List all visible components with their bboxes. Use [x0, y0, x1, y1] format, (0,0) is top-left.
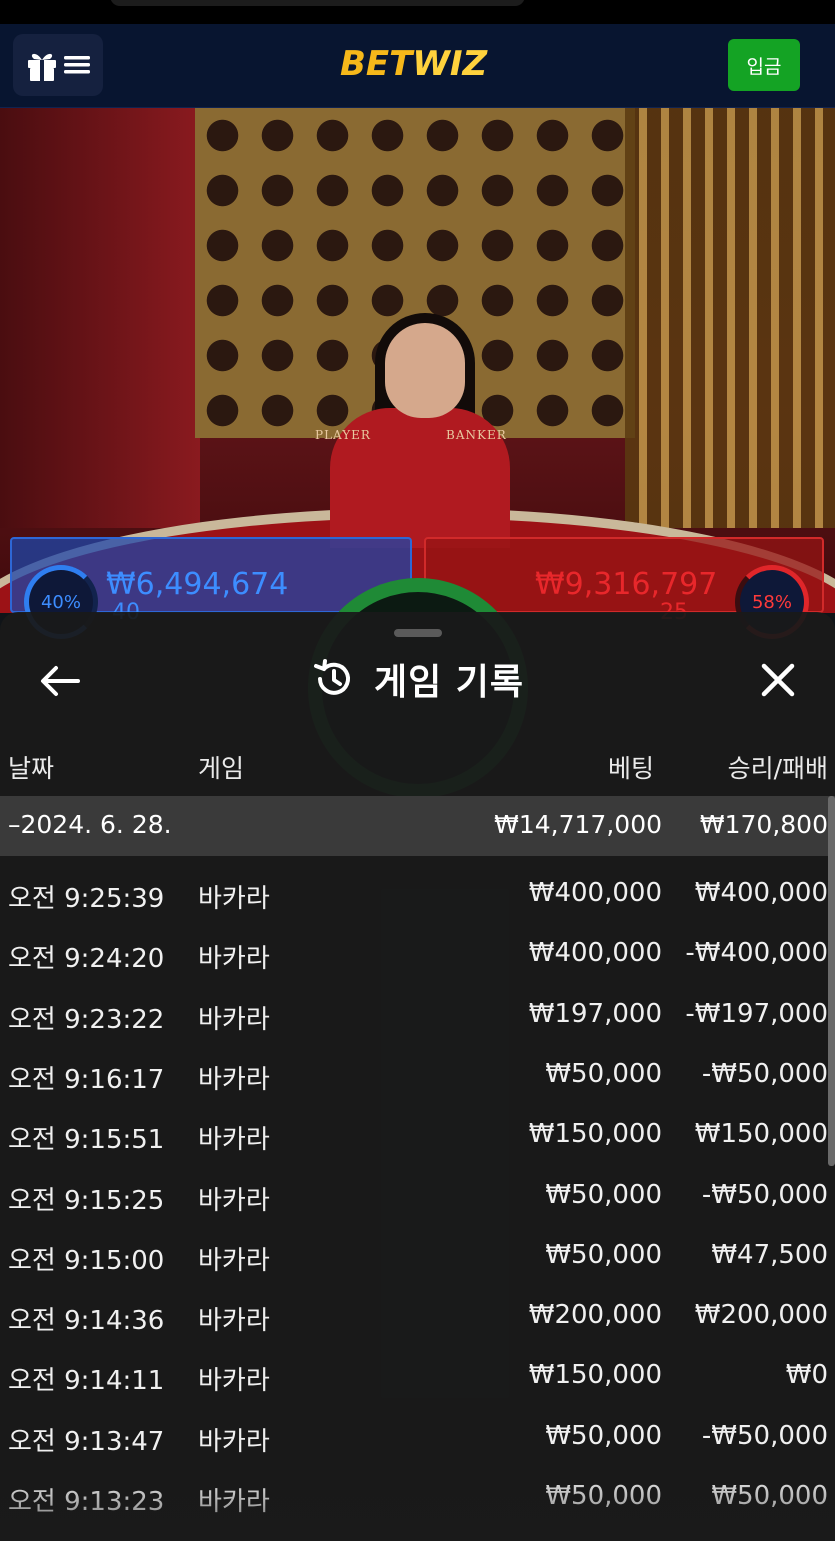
history-result: -₩197,000 — [685, 998, 828, 1029]
history-row[interactable]: 오전 9:14:11 바카라 ₩150,000 ₩0 — [0, 1344, 835, 1404]
history-time: 오전 9:24:20 — [8, 944, 165, 975]
history-row[interactable]: 오전 9:25:39 바카라 ₩400,000 ₩400,000 — [0, 862, 835, 922]
close-icon[interactable] — [758, 660, 798, 700]
table-banker-text: BANKER — [446, 428, 507, 442]
back-arrow-icon[interactable] — [38, 664, 80, 698]
history-time: 오전 9:16:17 — [8, 1064, 165, 1095]
sheet-title-group: 게임 기록 — [312, 654, 524, 704]
history-time: 오전 9:15:25 — [8, 1185, 165, 1216]
history-bet: ₩50,000 — [545, 1420, 662, 1451]
history-result: -₩400,000 — [685, 938, 828, 969]
column-header-date: 날짜 — [8, 754, 55, 783]
dealer-face — [385, 323, 465, 418]
menu-button[interactable] — [13, 34, 103, 96]
history-game: 바카라 — [198, 1004, 270, 1035]
date-group-total-bet: ₩14,717,000 — [494, 810, 662, 839]
history-game: 바카라 — [198, 884, 270, 914]
history-result: -₩50,000 — [701, 1420, 828, 1451]
logo-wiz: WIZ — [412, 44, 488, 84]
history-bet: ₩197,000 — [528, 998, 662, 1029]
history-bet: ₩200,000 — [528, 1300, 662, 1331]
history-result: ₩200,000 — [694, 1300, 828, 1331]
history-row[interactable]: 오전 9:16:17 바카라 ₩50,000 -₩50,000 — [0, 1043, 835, 1103]
brand-logo[interactable]: BETWIZ — [340, 44, 487, 84]
history-time: 오전 9:25:39 — [8, 884, 165, 914]
history-result: ₩0 — [785, 1360, 828, 1391]
studio-wall-right — [625, 108, 835, 528]
column-header-bet: 베팅 — [607, 754, 654, 783]
device-notch — [110, 0, 525, 6]
history-bet: ₩150,000 — [528, 1119, 662, 1150]
history-bet: ₩150,000 — [528, 1360, 662, 1391]
history-game: 바카라 — [198, 1185, 270, 1216]
history-game: 바카라 — [198, 944, 270, 975]
table-player-text: PLAYER — [315, 428, 371, 442]
banker-bet-total: ₩9,316,797 — [535, 567, 718, 602]
history-time: 오전 9:14:36 — [8, 1306, 165, 1337]
history-result: ₩47,500 — [711, 1239, 828, 1270]
history-row[interactable]: 오전 9:15:25 바카라 ₩50,000 -₩50,000 — [0, 1164, 835, 1224]
history-row[interactable]: 오전 9:24:20 바카라 ₩400,000 -₩400,000 — [0, 922, 835, 982]
date-group-total-result: ₩170,800 — [699, 810, 828, 839]
game-history-sheet: 게임 기록 날짜 게임 베팅 승리/패배 –2024. 6. 28. ₩14,7… — [0, 612, 835, 1541]
gift-icon — [28, 53, 56, 81]
history-bet: ₩50,000 — [545, 1179, 662, 1210]
history-game: 바카라 — [198, 1366, 270, 1397]
date-group-label: –2024. 6. 28. — [8, 810, 172, 839]
date-group-row[interactable]: –2024. 6. 28. ₩14,717,000 ₩170,800 — [0, 796, 835, 856]
history-result: -₩50,000 — [701, 1058, 828, 1089]
status-strip — [0, 0, 835, 24]
history-bet: ₩400,000 — [528, 878, 662, 908]
history-time: 오전 9:15:00 — [8, 1245, 165, 1276]
history-icon — [314, 659, 350, 695]
column-header-result: 승리/패배 — [727, 754, 828, 783]
player-bet-total: ₩6,494,674 — [106, 567, 289, 602]
history-row[interactable]: 오전 9:15:00 바카라 ₩50,000 ₩47,500 — [0, 1224, 835, 1284]
history-row[interactable]: 오전 9:23:22 바카라 ₩197,000 -₩197,000 — [0, 983, 835, 1043]
history-row[interactable]: 오전 9:13:47 바카라 ₩50,000 -₩50,000 — [0, 1405, 835, 1465]
sheet-drag-handle[interactable] — [394, 629, 442, 637]
history-bet: ₩50,000 — [545, 1239, 662, 1270]
studio-wall-left — [0, 108, 200, 528]
history-result: ₩400,000 — [694, 878, 828, 908]
history-bet: ₩400,000 — [528, 938, 662, 969]
history-time: 오전 9:13:47 — [8, 1426, 165, 1457]
hamburger-icon — [64, 56, 90, 74]
history-result: -₩50,000 — [701, 1179, 828, 1210]
history-row[interactable]: 오전 9:15:51 바카라 ₩150,000 ₩150,000 — [0, 1103, 835, 1163]
logo-bet: BET — [340, 44, 413, 84]
history-game: 바카라 — [198, 1245, 270, 1276]
history-time: 오전 9:15:51 — [8, 1125, 165, 1156]
history-bet: ₩50,000 — [545, 1058, 662, 1089]
column-header-game: 게임 — [198, 754, 245, 783]
history-game: 바카라 — [198, 1125, 270, 1156]
history-game: 바카라 — [198, 1064, 270, 1095]
sheet-title: 게임 기록 — [374, 662, 525, 703]
history-time: 오전 9:14:11 — [8, 1366, 165, 1397]
deposit-button[interactable]: 입금 — [728, 39, 800, 91]
app-header: BETWIZ 입금 — [0, 24, 835, 108]
history-result: ₩150,000 — [694, 1119, 828, 1150]
history-row[interactable]: 오전 9:14:36 바카라 ₩200,000 ₩200,000 — [0, 1284, 835, 1344]
history-game: 바카라 — [198, 1306, 270, 1337]
scrollbar-thumb[interactable] — [828, 796, 835, 1166]
list-fade — [0, 1472, 835, 1541]
history-time: 오전 9:23:22 — [8, 1004, 165, 1035]
history-game: 바카라 — [198, 1426, 270, 1457]
